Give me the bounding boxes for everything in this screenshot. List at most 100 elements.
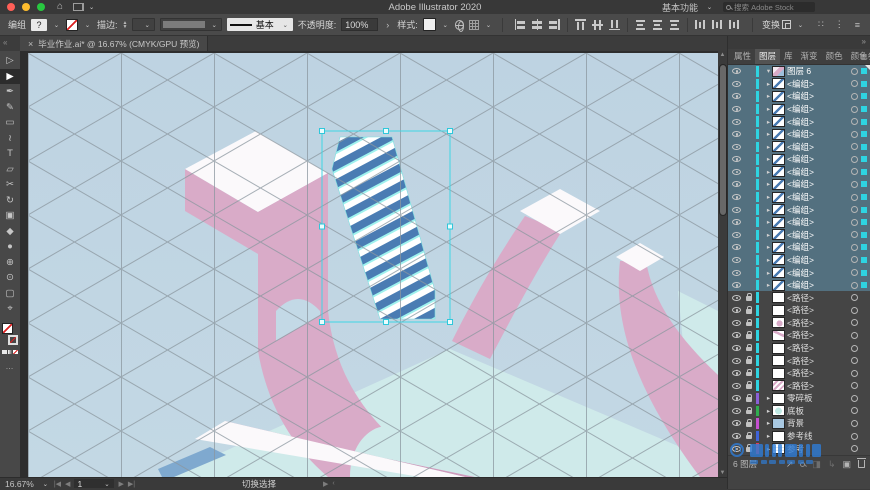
lock-toggle[interactable] — [743, 320, 754, 327]
collect-for-export-icon[interactable]: ↗ — [786, 459, 794, 470]
dis-v-icon[interactable] — [634, 18, 647, 31]
workspace-grid-icon[interactable]: ∷ — [818, 19, 824, 30]
visibility-toggle[interactable] — [730, 446, 743, 452]
dis-v-icon[interactable] — [668, 18, 681, 31]
layer-row[interactable]: ▸<编组> — [728, 216, 870, 229]
expand-chevron-icon[interactable]: ▸ — [764, 180, 773, 188]
target-circle[interactable] — [851, 156, 858, 163]
selection-handle[interactable] — [448, 129, 453, 134]
layer-row[interactable]: ▸<编组> — [728, 166, 870, 179]
gradient-swatch-icon[interactable] — [8, 350, 13, 355]
target-circle[interactable] — [851, 332, 858, 339]
target-circle[interactable] — [851, 294, 858, 301]
delete-layer-icon[interactable] — [858, 460, 865, 468]
close-tab-icon[interactable]: × — [28, 39, 33, 49]
layer-row[interactable]: ▸<编组> — [728, 153, 870, 166]
visibility-toggle[interactable] — [730, 144, 743, 150]
lock-toggle[interactable] — [743, 370, 754, 377]
last-artboard-icon[interactable]: ▶| — [128, 480, 135, 488]
target-circle[interactable] — [851, 370, 858, 377]
collapse-panel-icon[interactable]: » — [862, 37, 866, 46]
dis-h-icon[interactable] — [728, 18, 741, 31]
stroke-swatch-icon[interactable] — [8, 335, 18, 345]
type-tool[interactable]: T — [0, 146, 20, 162]
brush-definition-dropdown[interactable]: 基本 ⌄ — [227, 18, 293, 31]
layer-row[interactable]: <路径> — [728, 342, 870, 355]
visibility-toggle[interactable] — [730, 207, 743, 213]
lock-toggle[interactable] — [743, 445, 754, 452]
prev-artboard-icon[interactable]: ◀ — [65, 480, 70, 488]
lock-toggle[interactable] — [743, 382, 754, 389]
expand-chevron-icon[interactable]: ▸ — [764, 193, 773, 201]
expand-chevron-icon[interactable]: ▸ — [764, 218, 773, 226]
target-circle[interactable] — [851, 143, 858, 150]
canvas-area[interactable]: ▲ ▼ — [20, 51, 727, 477]
zoom-tool[interactable]: ⊙ — [0, 270, 20, 286]
expand-chevron-icon[interactable]: ▸ — [764, 168, 773, 176]
layer-row[interactable]: <路径> — [728, 379, 870, 392]
lock-toggle[interactable] — [743, 307, 754, 314]
anchor-point-tool[interactable]: ⌖ — [0, 301, 20, 317]
expand-chevron-icon[interactable]: ▸ — [764, 419, 773, 427]
vertical-scrollbar[interactable]: ▲ ▼ — [718, 51, 727, 477]
edit-toolbar-icon[interactable]: … — [6, 362, 15, 371]
mesh-tool[interactable]: ⊕ — [0, 255, 20, 271]
lock-toggle[interactable] — [743, 294, 754, 301]
layer-row[interactable]: ▸<编组> — [728, 115, 870, 128]
expand-chevron-icon[interactable]: ▸ — [764, 407, 773, 415]
visibility-toggle[interactable] — [730, 433, 743, 439]
expand-chevron-icon[interactable]: ▸ — [764, 155, 773, 163]
visibility-toggle[interactable] — [730, 68, 743, 74]
artboard[interactable] — [28, 53, 718, 477]
transform-dropdown[interactable]: 变换 ⌄ — [762, 18, 805, 31]
panel-tab[interactable]: 颜色 — [822, 48, 847, 64]
zoom-level[interactable]: 16.67% — [5, 479, 34, 489]
blob-brush-tool[interactable]: ● — [0, 239, 20, 255]
expand-chevron-icon[interactable]: ▸ — [764, 105, 773, 113]
target-circle[interactable] — [851, 244, 858, 251]
isolate-grid-dropdown[interactable]: ⌄ — [469, 20, 493, 30]
expand-chevron-icon[interactable]: ▸ — [764, 130, 773, 138]
stroke-weight-dropdown[interactable]: ⌄ — [132, 18, 154, 31]
layer-row[interactable]: ▸底板 — [728, 405, 870, 418]
al-c-icon[interactable] — [531, 18, 544, 31]
curvature-tool[interactable]: ✎ — [0, 100, 20, 116]
target-circle[interactable] — [851, 256, 858, 263]
layer-row[interactable]: ▸<编组> — [728, 254, 870, 267]
target-circle[interactable] — [851, 80, 858, 87]
layer-row[interactable]: <路径> — [728, 304, 870, 317]
visibility-toggle[interactable] — [730, 119, 743, 125]
dis-h-icon[interactable] — [694, 18, 707, 31]
panel-tab[interactable]: 图层 — [755, 48, 780, 64]
expand-chevron-icon[interactable]: ▸ — [764, 143, 773, 151]
visibility-toggle[interactable] — [730, 420, 743, 426]
target-circle[interactable] — [851, 118, 858, 125]
document-tab[interactable]: × 毕业作业.ai* @ 16.67% (CMYK/GPU 预览) — [20, 36, 208, 51]
target-circle[interactable] — [851, 194, 858, 201]
layer-row[interactable]: <路径> — [728, 317, 870, 330]
selection-handle[interactable] — [448, 224, 453, 229]
target-circle[interactable] — [851, 433, 858, 440]
panel-menu-icon[interactable]: ≡ — [855, 20, 860, 30]
layer-row[interactable]: ▸<编组> — [728, 241, 870, 254]
layer-row[interactable]: ▸<编组> — [728, 178, 870, 191]
target-circle[interactable] — [851, 168, 858, 175]
paintbrush-tool[interactable]: ≀ — [0, 131, 20, 147]
target-circle[interactable] — [851, 382, 858, 389]
layer-row[interactable]: ▸<编组> — [728, 266, 870, 279]
none-swatch-icon[interactable] — [13, 350, 18, 355]
layer-row[interactable]: <路径> — [728, 367, 870, 380]
layer-row[interactable]: ▸<编组> — [728, 229, 870, 242]
visibility-toggle[interactable] — [730, 232, 743, 238]
expand-chevron-icon[interactable]: ▸ — [764, 206, 773, 214]
target-circle[interactable] — [851, 319, 858, 326]
layer-row[interactable]: ▸<编组> — [728, 78, 870, 91]
collapse-toolbar-icon[interactable]: « — [3, 38, 7, 47]
expand-chevron-icon[interactable]: ▸ — [764, 243, 773, 251]
visibility-toggle[interactable] — [730, 257, 743, 263]
target-circle[interactable] — [851, 93, 858, 100]
make-clip-mask-icon[interactable]: ◨ — [812, 459, 821, 470]
opacity-panel-arrow-icon[interactable]: › — [386, 20, 389, 30]
target-circle[interactable] — [851, 106, 858, 113]
pen-tool[interactable]: ✒ — [0, 84, 20, 100]
